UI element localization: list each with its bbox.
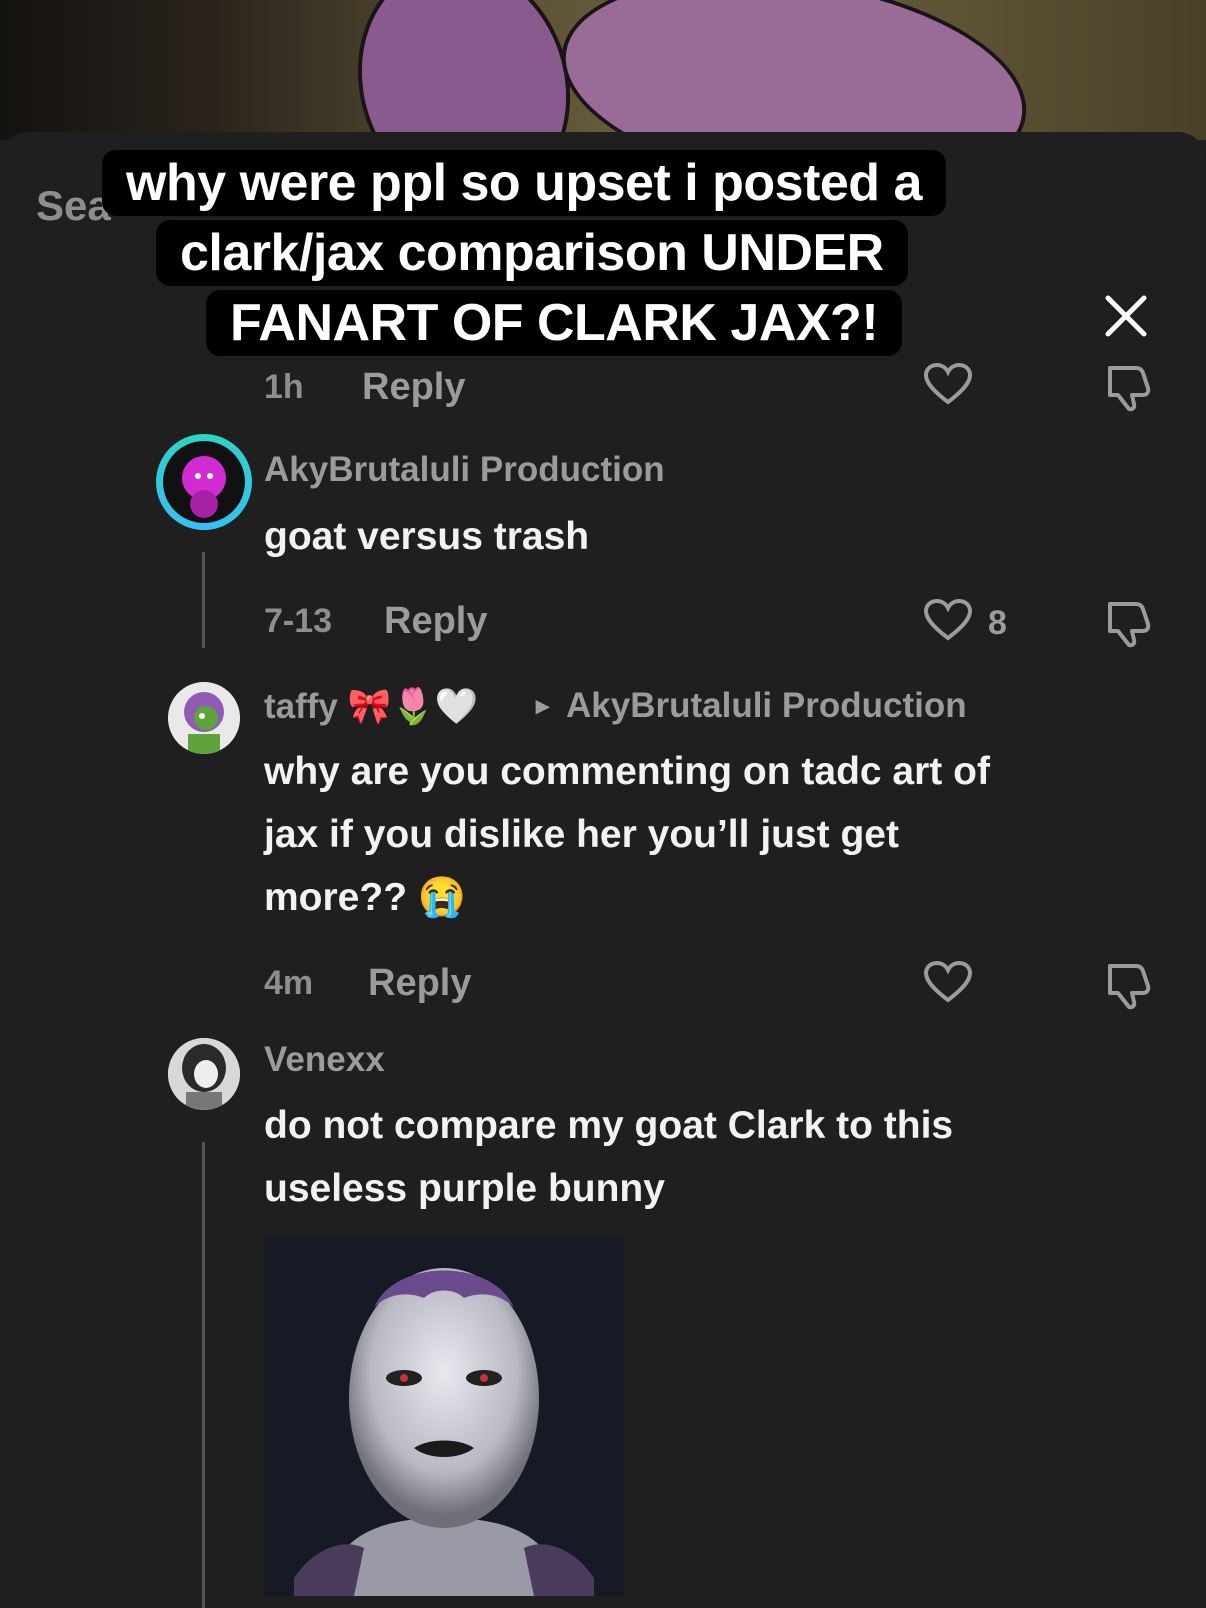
close-icon[interactable] bbox=[1100, 290, 1152, 342]
video-art-ear bbox=[547, 0, 1041, 140]
heart-icon[interactable] bbox=[922, 960, 974, 1004]
avatar-image bbox=[163, 441, 245, 523]
partial-comment-time: 1h bbox=[264, 368, 304, 406]
comment-text-line: useless purple bunny bbox=[264, 1167, 665, 1210]
avatar-image bbox=[168, 682, 240, 754]
reply-arrow-icon: ▸ bbox=[536, 690, 550, 720]
avatar-image bbox=[168, 1038, 240, 1110]
avatar[interactable] bbox=[168, 1038, 240, 1110]
video-background bbox=[0, 0, 1206, 140]
comment-time: 4m bbox=[264, 964, 314, 1002]
comment-attached-image[interactable] bbox=[264, 1238, 624, 1596]
caption-line-3: FANART OF CLARK JAX?! bbox=[206, 290, 903, 356]
caption-line-1: why were ppl so upset i posted a bbox=[102, 150, 946, 216]
like-count: 8 bbox=[988, 604, 1007, 642]
reply-to-username[interactable]: AkyBrutaluli Production bbox=[566, 686, 967, 726]
comment-text-line: do not compare my goat Clark to this bbox=[264, 1104, 954, 1147]
comment-username[interactable]: Venexx bbox=[264, 1040, 385, 1080]
comment-text-line: why are you commenting on tadc art of bbox=[264, 750, 990, 793]
heart-icon[interactable] bbox=[922, 598, 974, 642]
reply-button[interactable]: Reply bbox=[368, 962, 471, 1005]
avatar[interactable] bbox=[168, 682, 240, 754]
search-label[interactable]: Sea bbox=[36, 182, 111, 230]
reply-button[interactable]: Reply bbox=[384, 600, 487, 643]
portrait-image bbox=[264, 1238, 624, 1596]
thread-line bbox=[202, 1142, 205, 1608]
comment-time: 7-13 bbox=[264, 602, 333, 640]
avatar[interactable] bbox=[156, 434, 252, 530]
comment-text: goat versus trash bbox=[264, 515, 590, 558]
dislike-icon[interactable] bbox=[1102, 960, 1154, 1010]
comment-username[interactable]: AkyBrutaluli Production bbox=[264, 450, 665, 490]
dislike-icon[interactable] bbox=[1102, 598, 1154, 648]
comment-text-line: jax if you dislike her you’ll just get bbox=[264, 813, 899, 856]
heart-icon[interactable] bbox=[922, 362, 974, 406]
comment-username[interactable]: taffy 🎀🌷🤍 bbox=[264, 686, 478, 727]
video-art-ear bbox=[326, 0, 602, 140]
caption-line-2: clark/jax comparison UNDER bbox=[156, 220, 908, 286]
thread-line bbox=[202, 552, 205, 648]
comment-text-line: more?? 😭 bbox=[264, 876, 467, 919]
dislike-icon[interactable] bbox=[1102, 362, 1154, 412]
partial-reply-button[interactable]: Reply bbox=[362, 366, 465, 409]
